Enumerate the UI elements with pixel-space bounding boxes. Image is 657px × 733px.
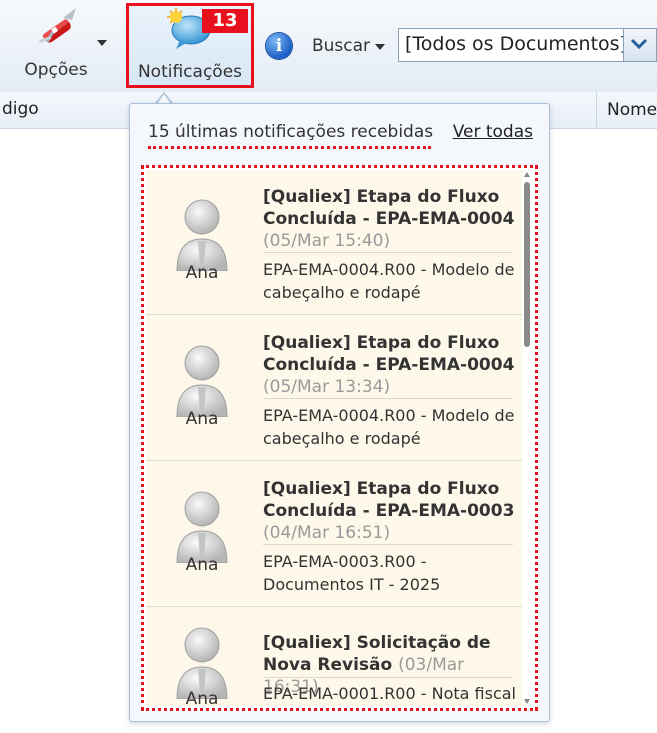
- notification-list[interactable]: Ana [Qualiex] Etapa do Fluxo Concluída -…: [146, 170, 526, 706]
- user-avatar-icon: [176, 627, 228, 699]
- opcoes-label: Opções: [24, 60, 88, 80]
- toolbar: Opções 13 Notificações i Buscar [Todos o: [0, 0, 657, 93]
- chevron-down-icon: [630, 38, 648, 50]
- notification-item[interactable]: Ana [Qualiex] Etapa do Fluxo Concluída -…: [146, 170, 526, 315]
- buscar-button[interactable]: Buscar: [312, 36, 370, 56]
- divider: [263, 677, 513, 678]
- header-highlight: [148, 146, 431, 149]
- notification-item[interactable]: Ana [Qualiex] Etapa do Fluxo Concluída -…: [146, 316, 526, 461]
- author-name: Ana: [185, 263, 219, 283]
- column-header-nome[interactable]: Nome: [596, 92, 657, 128]
- document-filter-select[interactable]: [Todos os Documentos]: [398, 28, 657, 62]
- divider: [263, 398, 513, 399]
- column-header-codigo[interactable]: digo: [2, 99, 39, 119]
- notificacoes-button[interactable]: 13 Notificações: [126, 3, 254, 88]
- notification-count-badge: 13: [202, 9, 248, 33]
- swiss-knife-icon: [39, 8, 76, 43]
- scroll-down-arrow-icon[interactable]: [524, 699, 530, 704]
- user-avatar-icon: [176, 199, 228, 271]
- dropdown-button[interactable]: [623, 29, 656, 61]
- notification-title[interactable]: [Qualiex] Etapa do Fluxo Concluída - EPA…: [263, 186, 523, 252]
- author-name: Ana: [185, 555, 219, 575]
- divider: [263, 544, 513, 545]
- scrollbar-thumb[interactable]: [524, 182, 530, 347]
- chevron-down-icon[interactable]: [97, 40, 107, 46]
- user-avatar-icon: [176, 491, 228, 563]
- user-avatar-icon: [176, 345, 228, 417]
- document-filter-value: [Todos os Documentos]: [405, 33, 627, 55]
- popup-header: 15 últimas notificações recebidas: [148, 122, 434, 142]
- notification-description: EPA-EMA-0004.R00 - Modelo de cabeçalho e…: [263, 260, 515, 302]
- divider: [263, 252, 513, 253]
- notification-date: (05/Mar 15:40): [263, 231, 391, 251]
- notification-title[interactable]: [Qualiex] Etapa do Fluxo Concluída - EPA…: [263, 478, 523, 544]
- notificacoes-label: Notificações: [137, 62, 243, 82]
- notification-title-text: [Qualiex] Etapa do Fluxo Concluída - EPA…: [263, 333, 515, 375]
- opcoes-button[interactable]: Opções: [0, 0, 118, 92]
- chevron-down-icon[interactable]: [375, 44, 385, 50]
- notification-item[interactable]: Ana [Qualiex] Etapa do Fluxo Concluída -…: [146, 462, 526, 607]
- notification-date: (05/Mar 13:34): [263, 377, 391, 397]
- notification-title[interactable]: [Qualiex] Etapa do Fluxo Concluída - EPA…: [263, 332, 523, 398]
- notification-description: EPA-EMA-0004.R00 - Modelo de cabeçalho e…: [263, 406, 515, 448]
- author-name: Ana: [185, 409, 219, 429]
- notification-title-text: [Qualiex] Etapa do Fluxo Concluída - EPA…: [263, 187, 515, 229]
- notification-date: (04/Mar 16:51): [263, 523, 391, 543]
- notification-title-text: [Qualiex] Etapa do Fluxo Concluída - EPA…: [263, 479, 515, 521]
- notification-item[interactable]: Ana [Qualiex] Solicitação de Nova Revisã…: [146, 608, 526, 706]
- notification-list-frame: Ana [Qualiex] Etapa do Fluxo Concluída -…: [141, 165, 538, 711]
- notification-description: EPA-EMA-0003.R00 - Documentos IT - 2025: [263, 552, 441, 594]
- notification-description: EPA-EMA-0001.R00 - Nota fiscal: [263, 684, 516, 703]
- scrollbar[interactable]: [522, 172, 532, 704]
- notifications-popup: 15 últimas notificações recebidas Ver to…: [129, 103, 550, 722]
- info-icon[interactable]: i: [266, 33, 292, 59]
- scroll-up-arrow-icon[interactable]: [524, 172, 530, 177]
- ver-todas-link[interactable]: Ver todas: [453, 122, 533, 142]
- author-name: Ana: [185, 689, 219, 706]
